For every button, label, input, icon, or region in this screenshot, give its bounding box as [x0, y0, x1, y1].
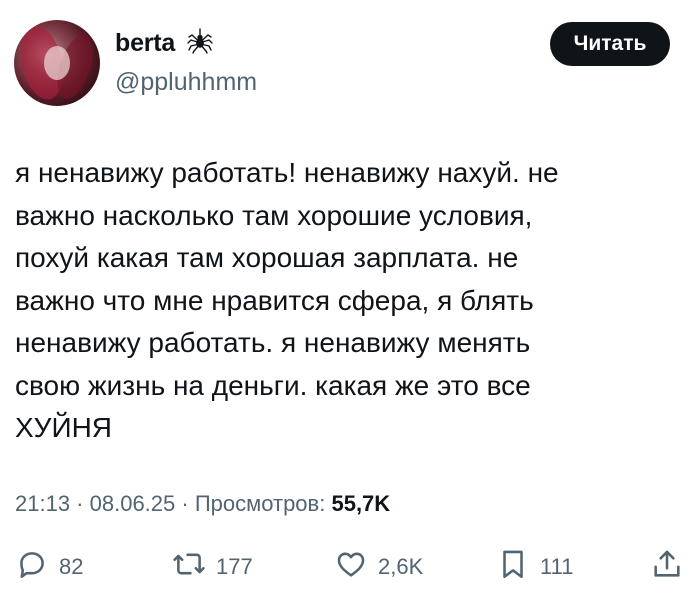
- tweet-line: ХУЙНЯ: [15, 412, 113, 443]
- author-handle[interactable]: @ppluhhmm: [115, 68, 257, 97]
- read-button[interactable]: Читать: [550, 22, 670, 66]
- share-button[interactable]: [650, 545, 684, 589]
- tweet-text: я ненавижу работать! ненавижу нахуй. не …: [15, 152, 675, 450]
- bookmark-count: 111: [540, 554, 574, 579]
- tweet-meta: 21:13 · 08.06.25 · Просмотров: 55,7K: [15, 491, 390, 517]
- author-name[interactable]: berta: [115, 29, 175, 58]
- heart-icon: [334, 547, 368, 587]
- meta-separator: ·: [70, 491, 90, 516]
- repost-icon: [172, 547, 206, 587]
- tweet-time[interactable]: 21:13: [15, 491, 70, 516]
- reply-count: 82: [59, 554, 84, 579]
- author-avatar[interactable]: [14, 20, 100, 106]
- tweet-line: важно что мне нравится сфера, я блять: [15, 284, 534, 316]
- tweet-line: я ненавижу работать! ненавижу нахуй. не: [15, 157, 559, 188]
- like-count: 2,6K: [378, 554, 424, 579]
- reply-icon: [15, 547, 49, 587]
- tweet-date[interactable]: 08.06.25: [90, 491, 176, 516]
- views-label: Просмотров:: [194, 491, 326, 516]
- tweet-line: ненавижу работать. я ненавижу менять: [15, 327, 531, 358]
- meta-separator: ·: [175, 491, 195, 516]
- action-bar: 82 177 2,6K 111: [0, 545, 700, 589]
- tweet-line: похуй какая там хорошая зарплата. не: [15, 242, 519, 273]
- spider-icon: [187, 28, 213, 59]
- views-count: 55,7K: [331, 491, 391, 516]
- bookmark-button[interactable]: 111: [496, 545, 573, 589]
- tweet-line: важно насколько там хорошие условия,: [15, 199, 533, 231]
- tweet-line: свою жизнь на деньги. какая же это все: [15, 369, 531, 401]
- repost-count: 177: [216, 554, 253, 579]
- like-button[interactable]: 2,6K: [334, 545, 423, 589]
- reply-button[interactable]: 82: [15, 545, 83, 589]
- bookmark-icon: [496, 547, 530, 587]
- author-name-row: berta: [115, 28, 213, 59]
- repost-button[interactable]: 177: [172, 545, 253, 589]
- share-icon: [650, 547, 684, 587]
- avatar-face: [44, 46, 70, 80]
